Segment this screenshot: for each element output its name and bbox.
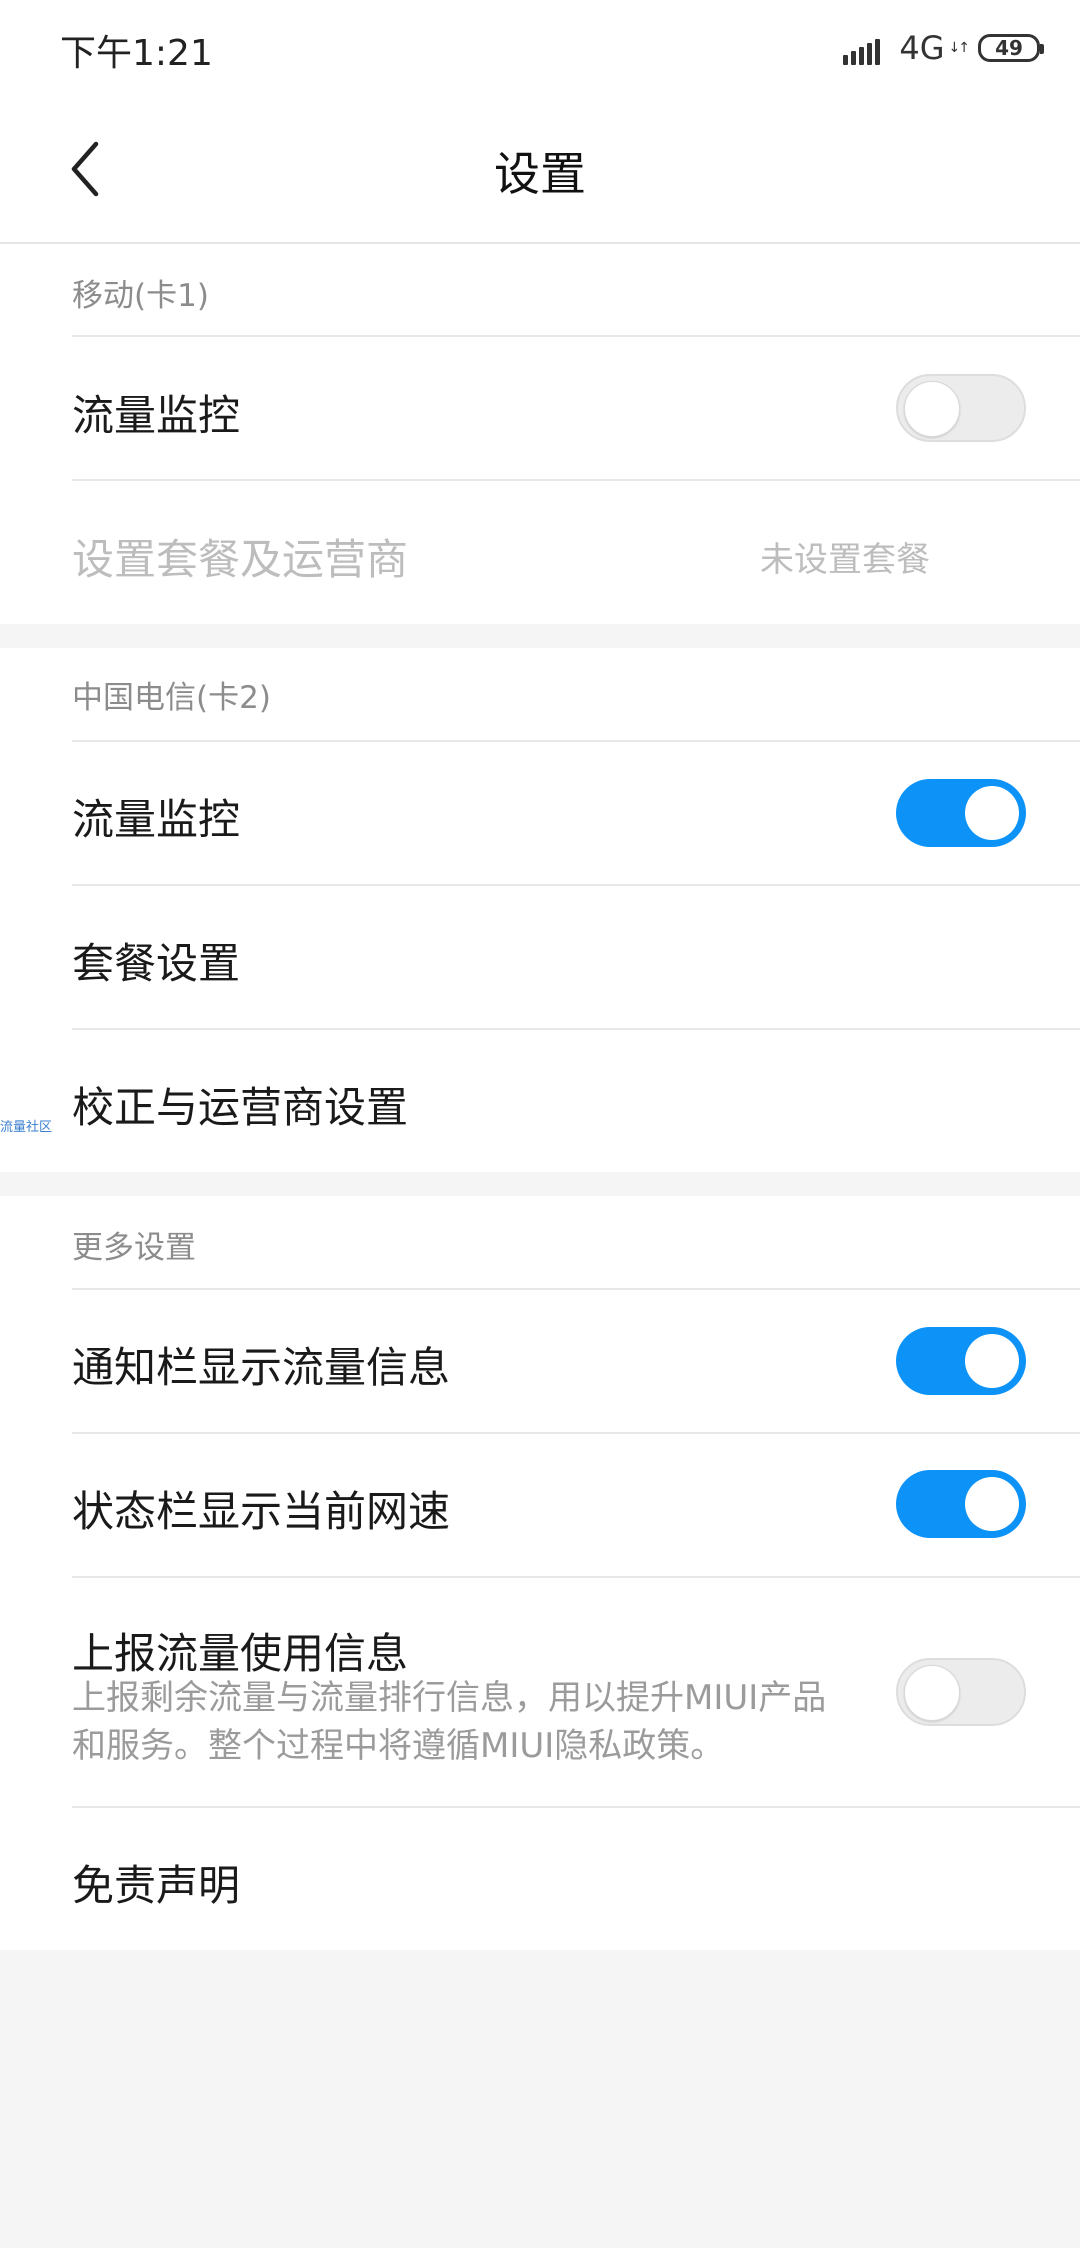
row-value: 未设置套餐 (760, 540, 930, 580)
divider (72, 884, 1080, 886)
row-label: 通知栏显示流量信息 (72, 1343, 451, 1392)
section-header: 移动(卡1) (72, 278, 209, 314)
section-header: 中国电信(卡2) (72, 680, 271, 716)
report-usage-toggle[interactable] (896, 1658, 1026, 1726)
screen: 下午1:21 4G ↓↑ 49 设置 移动(卡1) 流量监控 设置套餐及运营商 … (0, 0, 1080, 2248)
toggle-knob (965, 1334, 1019, 1388)
divider (72, 1288, 1080, 1290)
notification-traffic-toggle[interactable] (896, 1327, 1026, 1395)
sim1-traffic-monitor-toggle[interactable] (896, 374, 1026, 442)
sim1-section: 移动(卡1) 流量监控 设置套餐及运营商 未设置套餐 (0, 244, 1080, 624)
statusbar-speed-toggle[interactable] (896, 1470, 1026, 1538)
row-label: 设置套餐及运营商 (72, 535, 409, 584)
sim2-section: 中国电信(卡2) 流量监控 套餐设置 校正与运营商设置 (0, 648, 1080, 1172)
divider (72, 1432, 1080, 1434)
row-label: 流量监控 (72, 391, 241, 440)
divider (72, 1806, 1080, 1808)
toggle-knob (904, 1665, 960, 1721)
section-header: 更多设置 (72, 1230, 196, 1266)
divider (72, 1028, 1080, 1030)
signal-icon (843, 31, 883, 65)
toggle-knob (965, 786, 1019, 840)
status-indicators: 4G ↓↑ 49 (843, 26, 1044, 70)
divider (72, 1576, 1080, 1578)
status-time: 下午1:21 (60, 33, 213, 74)
battery-level: 49 (995, 36, 1023, 60)
more-settings-section: 更多设置 通知栏显示流量信息 状态栏显示当前网速 上报流量使用信息 上报剩余流量… (0, 1196, 1080, 1950)
divider (72, 335, 1080, 337)
title-bar: 设置 (0, 96, 1080, 244)
status-bar: 下午1:21 4G ↓↑ 49 (0, 0, 1080, 96)
page-title: 设置 (494, 147, 586, 201)
divider (72, 479, 1080, 481)
row-label: 校正与运营商设置 (72, 1083, 409, 1132)
row-label: 流量监控 (72, 795, 241, 844)
data-activity-icon: ↓↑ (948, 40, 971, 56)
toggle-knob (965, 1477, 1019, 1531)
watermark: 流量社区 (0, 1120, 53, 1135)
battery-icon: 49 (978, 34, 1044, 62)
divider (72, 740, 1080, 742)
row-description: 上报剩余流量与流量排行信息，用以提升MIUI产品和服务。整个过程中将遵循MIUI… (72, 1678, 827, 1766)
row-label: 状态栏显示当前网速 (72, 1487, 451, 1536)
row-label: 上报流量使用信息 (72, 1629, 409, 1678)
sim2-traffic-monitor-toggle[interactable] (896, 779, 1026, 847)
row-label: 免责声明 (72, 1861, 241, 1910)
row-label: 套餐设置 (72, 939, 241, 988)
network-type: 4G (899, 29, 945, 67)
toggle-knob (904, 381, 960, 437)
